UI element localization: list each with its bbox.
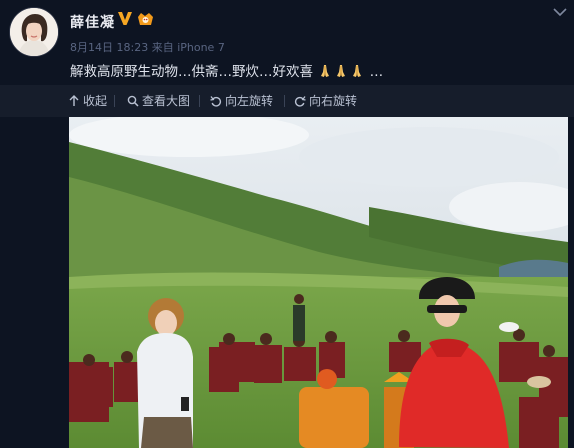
post-text: 解救高原野生动物…供斋…野炊…好欢喜 … [70,60,383,80]
image-toolbar: 收起 查看大图 向左旋转 向右旋转 [0,85,574,117]
divider [199,95,200,107]
magnifier-icon [127,95,139,107]
post-date[interactable]: 8月14日 18:23 [70,41,148,54]
post-photo[interactable] [69,117,568,448]
pray-emoji-icon [321,65,330,77]
photo-image [69,117,568,448]
post-text-main: 解救高原野生动物…供斋…野炊…好欢喜 [70,64,313,80]
arrow-up-icon [69,95,79,106]
divider [114,95,115,107]
rotate-right-button[interactable]: 向右旋转 [294,94,357,108]
post-text-ellipsis: … [369,64,384,80]
collapse-button[interactable]: 收起 [68,94,115,108]
avatar-image [10,8,58,56]
view-large-button[interactable]: 查看大图 [127,94,200,108]
username[interactable]: 薛佳凝 [70,12,115,32]
rotate-left-button[interactable]: 向左旋转 [210,94,285,108]
chevron-down-icon[interactable] [552,6,568,18]
vip-member-icon[interactable] [137,12,154,27]
verified-v-icon[interactable] [118,11,132,26]
pray-emoji-icon [353,65,362,77]
rotate-right-icon [294,96,306,107]
rotate-left-icon [210,96,222,107]
user-avatar[interactable] [9,7,59,57]
divider [284,95,285,107]
post-meta: 8月14日 18:23 来自 iPhone 7 [70,39,225,55]
post-source: 来自 iPhone 7 [151,41,225,54]
pray-emoji-icon [337,65,346,77]
weibo-post: 薛佳凝 8月14日 18:23 来自 iPhone 7 解救高原野生动物…供斋…… [0,0,574,448]
